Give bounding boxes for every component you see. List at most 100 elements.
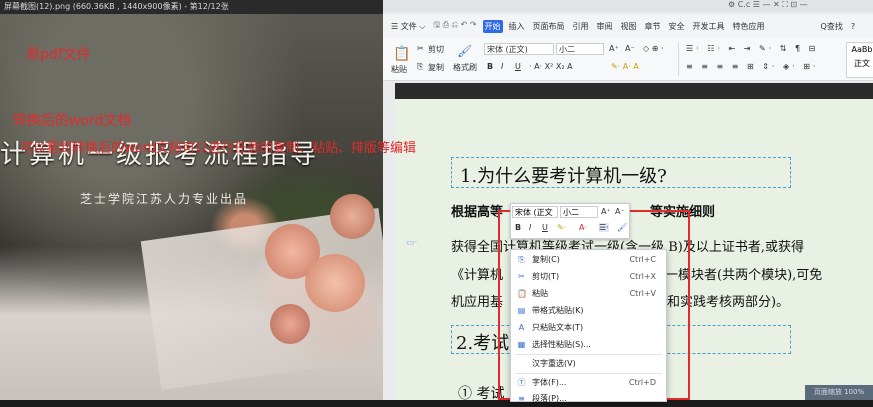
edit-note-caption: 可以看到转换后的word文档可以进行任意的复制、粘贴、排版等编辑 [20,141,416,156]
style-name: 正文 [854,59,870,68]
cover-subtitle: 芝士学院江苏人力专业出品 [80,192,249,206]
underline-button[interactable]: U [515,62,521,71]
font-grow-button[interactable]: A⁺ [609,44,619,53]
tab-home[interactable]: 开始 [482,19,503,33]
menu-item-paste-format[interactable]: ▤ 带格式粘贴(K) [511,302,666,319]
copy-icon[interactable]: ⎘ [417,62,423,72]
paragraph-marker-icon[interactable]: ▭· [406,238,417,248]
menu-item-cut[interactable]: ✂ 剪切(T) Ctrl+X [511,268,666,285]
scissors-icon[interactable]: ✂ [417,44,424,53]
italic-button[interactable]: I [501,62,503,71]
style-gallery[interactable]: AaBb 正文 [846,42,873,78]
mini-painter-icon[interactable]: 🖌 [617,223,627,232]
menu-label: 字体(F)... [532,378,567,387]
rose-decoration [305,254,365,312]
menu-shortcut: Ctrl+X [629,272,656,281]
converted-caption: 转换后的word文档 [13,113,132,129]
tab-sections[interactable]: 章节 [643,20,663,33]
mini-font-color-icon[interactable]: A· [579,223,587,232]
align-buttons[interactable]: ≡ ≡ ≡ ≡ ⊞ ⇕· ◈· ⊞· [686,62,819,71]
tab-page-layout[interactable]: 页面布局 [531,20,567,33]
file-menu[interactable]: ☰ 文件 ⌵ [389,20,427,33]
highlight-icon[interactable]: ✎· A· A [611,62,639,71]
viewer-title-bar: 屏幕截图(12).png (660.36KB , 1440x900像素) - 第… [0,0,383,14]
paste-format-icon: ▤ [517,306,526,315]
paste-icon[interactable]: 📋 [393,46,410,62]
font-icon: Ⓣ [517,378,526,387]
rose-decoration [330,194,375,239]
tab-insert[interactable]: 插入 [507,20,527,33]
ribbon-tab-bar: ☰ 文件 ⌵ 🖫 ⎙ ⎌ ↶ ↷ 开始 插入 页面布局 引用 审阅 视图 章节 … [383,14,873,38]
ribbon-home: 📋 粘贴 ✂ 剪切 ⎘ 复制 🖌 格式刷 宋体 (正文) 小二 A⁺ A⁻ ◇ … [383,38,873,81]
mini-underline-button[interactable]: U [542,223,548,232]
menu-shortcut: Ctrl+D [628,378,656,387]
cut-button[interactable]: 剪切 [428,44,444,55]
scissors-icon: ✂ [518,272,525,281]
format-painter-icon[interactable]: 🖌 [457,44,472,58]
style-preview: AaBb [851,45,873,54]
menu-label: 复制(C) [532,255,560,264]
font-shrink-button[interactable]: A⁻ [625,44,635,53]
clear-format-icon[interactable]: ◇ ⊕ · [643,44,663,53]
list-buttons[interactable]: ☰· ☷· ⇤ ⇥ ✎· ⇅ ¶ ⊟ [686,44,818,53]
mini-shrink-button[interactable]: A⁻ [615,207,625,216]
menu-label: 选择性粘贴(S)... [532,340,591,349]
tab-review[interactable]: 审阅 [595,20,615,33]
paragraph-line-2[interactable]: 《计算机 [451,264,503,283]
menu-label: 段落(P)... [532,394,567,403]
paste-button[interactable]: 粘贴 [391,64,407,75]
menu-shortcut: Ctrl+V [629,289,656,298]
tab-developer[interactable]: 开发工具 [691,20,727,33]
paragraph-icon: ≡ [518,394,525,403]
document-tab-strip [395,83,873,99]
mini-italic-button[interactable]: I [529,223,531,232]
mini-bold-button[interactable]: B [515,223,521,232]
heading-1[interactable]: 1.为什么要考计算机一级? [460,162,667,188]
font-family-select[interactable]: 宋体 (正文) [484,43,554,55]
original-pdf-label: 原pdf文件 [26,47,91,63]
mini-align-icon[interactable]: ☰· [599,223,609,232]
menu-label: 汉字重选(V) [532,359,576,368]
copy-icon: ⎘ [518,255,525,264]
bold-button[interactable]: B [487,62,493,71]
zoom-indicator[interactable]: 页面缩放 100% [805,385,873,400]
mini-grow-button[interactable]: A⁺ [601,207,611,216]
paste-text-icon: A [518,323,525,332]
window-top-bar: ⚙ C.c ☰ — ✕ ⛶ ⊡ — [383,0,873,12]
mini-font-select[interactable]: 宋体 (正文 [512,206,558,218]
quick-access-icons[interactable]: 🖫 ⎙ ⎌ ↶ ↷ [431,18,478,34]
menu-shortcut: Ctrl+C [629,255,656,264]
tab-references[interactable]: 引用 [571,20,591,33]
menu-label: 剪切(T) [532,272,560,281]
search-button[interactable]: Q查找 [819,20,845,33]
subheading-left[interactable]: 根据高等 [451,201,503,220]
mini-highlight-icon[interactable]: ✎· [557,223,566,232]
rose-decoration [270,304,310,344]
format-painter-button[interactable]: 格式刷 [453,62,477,73]
text-effects-icons[interactable]: · A· X² X₂ A [529,62,573,71]
menu-label: 带格式粘贴(K) [532,306,584,315]
tab-security[interactable]: 安全 [667,20,687,33]
menu-item-paragraph[interactable]: ≡ 段落(P)... [511,390,666,407]
menu-item-paste-text[interactable]: A 只粘贴文本(T) [511,319,666,336]
menu-item-font[interactable]: Ⓣ 字体(F)... Ctrl+D [511,374,666,391]
paste-icon: 📋 [517,289,527,298]
pdf-cover-image [0,14,383,400]
tab-special[interactable]: 特色应用 [731,20,767,33]
context-menu: ⎘ 复制(C) Ctrl+C ✂ 剪切(T) Ctrl+X 📋 粘贴 Ctrl+… [510,249,667,403]
mini-format-toolbar: 宋体 (正文 小二 A⁺ A⁻ B I U ✎· A· ☰· 🖌 [510,203,630,239]
paste-special-icon: ▦ [517,340,526,349]
tab-view[interactable]: 视图 [619,20,639,33]
window-controls[interactable]: ⚙ C.c ☰ — ✕ ⛶ ⊡ — [728,0,808,10]
menu-item-copy[interactable]: ⎘ 复制(C) Ctrl+C [511,251,666,268]
menu-item-paste[interactable]: 📋 粘贴 Ctrl+V [511,285,666,302]
menu-label: 只粘贴文本(T) [532,323,584,332]
menu-item-paste-special[interactable]: ▦ 选择性粘贴(S)... [511,336,666,353]
menu-label: 粘贴 [532,289,548,298]
menu-item-reselect[interactable]: 汉字重选(V) [511,355,666,372]
font-size-select[interactable]: 小二 [556,43,604,55]
paragraph-line-3-red[interactable]: 机应用基 [451,291,503,310]
help-button[interactable]: ? [849,21,857,32]
mini-size-select[interactable]: 小二 [560,206,598,218]
copy-button[interactable]: 复制 [428,62,444,73]
